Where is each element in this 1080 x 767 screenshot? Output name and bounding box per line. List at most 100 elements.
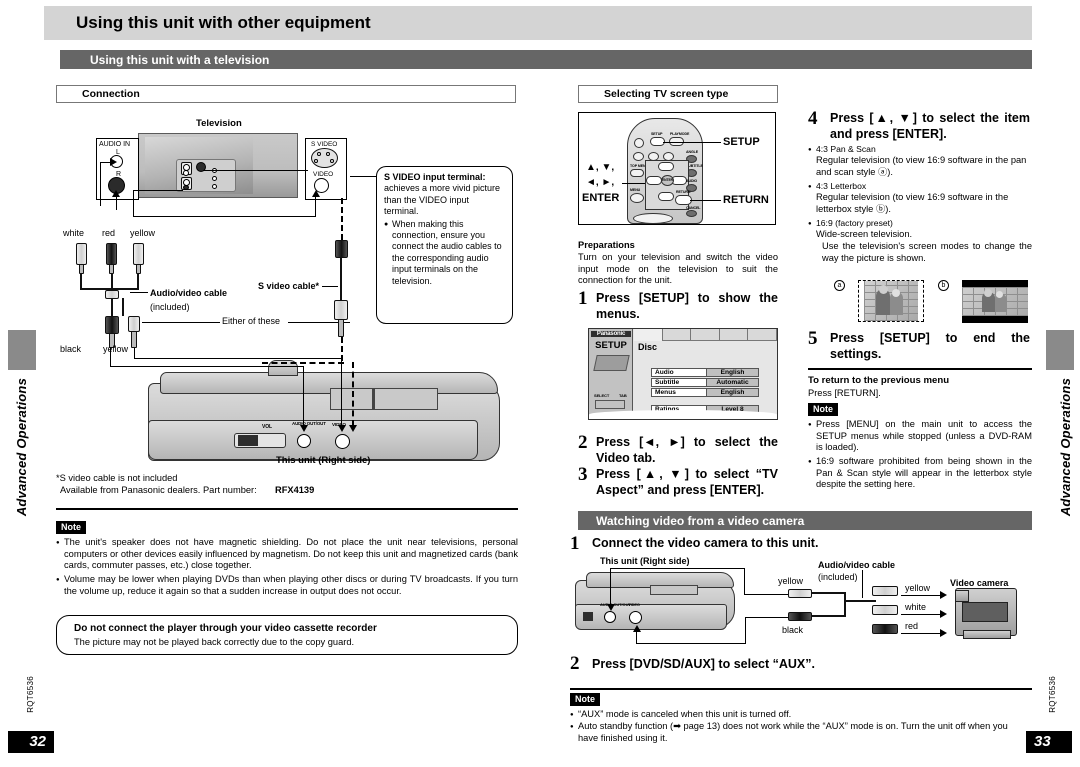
vc-wire-black-h bbox=[745, 617, 788, 619]
right-note-bullet-2: 16:9 software prohibited from being show… bbox=[808, 456, 1032, 491]
remote-cancel-button[interactable] bbox=[686, 210, 697, 217]
unit-front-face bbox=[148, 420, 478, 460]
callout-return: RETURN bbox=[723, 194, 769, 206]
rca-plug-white bbox=[76, 243, 87, 265]
bullet-dot-icon: ● bbox=[384, 220, 389, 228]
s-video-pin-bottom bbox=[338, 319, 344, 337]
option-2-label: 4:3 Letterbox bbox=[808, 181, 1028, 193]
wire-white-up bbox=[100, 162, 102, 206]
rca-pin-white bbox=[79, 264, 84, 274]
menu-tab-other[interactable] bbox=[748, 329, 777, 341]
arrow-yellow-down-a bbox=[134, 348, 136, 358]
menu-tab-video[interactable] bbox=[662, 329, 692, 341]
mini-plug-black bbox=[105, 316, 119, 334]
vc-arrowhead-yellow bbox=[940, 591, 947, 599]
note-bullet-1: The unit's speaker does not have magneti… bbox=[56, 537, 518, 572]
remote-menu-label: MENU bbox=[630, 188, 641, 192]
sample-a-image bbox=[864, 281, 918, 321]
remote-menu-button[interactable] bbox=[630, 193, 644, 203]
callout-bullet-wrap: ● When making this connection, ensure yo… bbox=[384, 219, 505, 287]
video-camera-lcd bbox=[962, 602, 1008, 622]
label-red: red bbox=[102, 228, 116, 238]
vc-arrow-video bbox=[633, 625, 641, 632]
menu-row-subtitle[interactable]: Subtitle Automatic bbox=[651, 378, 759, 387]
side-tab-label-left: Advanced Operations bbox=[14, 378, 29, 517]
page-title: Using this unit with other equipment bbox=[44, 6, 1032, 40]
vc-arrow-line-yellow bbox=[901, 595, 943, 597]
remote-up-button[interactable] bbox=[658, 162, 674, 171]
dash-s-h bbox=[262, 362, 344, 364]
menu-tab-row[interactable] bbox=[634, 329, 777, 341]
audio-in-label: AUDIO IN bbox=[99, 141, 131, 148]
letterbox-bar-bottom bbox=[962, 316, 1028, 323]
vc-rca-label-red: red bbox=[905, 621, 919, 631]
s-cable-dash-upper bbox=[341, 198, 343, 240]
cable-branch-yellow bbox=[122, 298, 125, 316]
doc-code-right: RQT6536 bbox=[1048, 676, 1057, 713]
volume-slider-knob bbox=[238, 435, 258, 446]
manual-page: Advanced Operations RQT6536 32 Advanced … bbox=[0, 0, 1080, 767]
menu-key-audio: Audio bbox=[651, 368, 707, 377]
either-of-these-label: Either of these bbox=[222, 316, 281, 326]
s-video-pin-2 bbox=[326, 152, 330, 156]
side-tab-label-right: Advanced Operations bbox=[1058, 378, 1073, 517]
av-cable-included: (included) bbox=[150, 302, 190, 312]
left-rail: Advanced Operations RQT6536 32 bbox=[0, 0, 54, 767]
page-number-right: 33 bbox=[1026, 731, 1072, 753]
menu-torn-edge bbox=[589, 410, 777, 419]
tv-rca-jack-c2 bbox=[183, 185, 189, 190]
vc-rca-label-white: white bbox=[905, 602, 927, 612]
label-yellow-bottom: yellow bbox=[103, 344, 129, 354]
rail-marker-block bbox=[8, 330, 36, 370]
tv-dot-3 bbox=[212, 184, 217, 189]
menu-tab-audio[interactable] bbox=[691, 329, 720, 341]
rca-pin-red bbox=[109, 264, 114, 274]
menu-tab-display[interactable] bbox=[719, 329, 749, 341]
mini-plug-yellow bbox=[128, 316, 140, 332]
vc-mini-plug-black bbox=[788, 612, 812, 621]
arrow-black-down-a bbox=[110, 348, 112, 366]
vc-unit-front bbox=[575, 604, 727, 630]
vc-rca-white bbox=[872, 605, 898, 615]
sample-b-label: b bbox=[938, 280, 949, 291]
vc-arrow-line-white bbox=[901, 614, 943, 616]
remote-topmenu-button[interactable] bbox=[630, 169, 644, 177]
vc-rca-label-yellow: yellow bbox=[905, 583, 931, 593]
menu-row-menus[interactable]: Menus English bbox=[651, 388, 759, 397]
remote-stop-button[interactable] bbox=[633, 152, 644, 161]
vc-step-1-number: 1 bbox=[570, 533, 580, 554]
step-1-number: 1 bbox=[578, 288, 588, 309]
rca-pin-yellow bbox=[136, 264, 141, 274]
remote-setup-micro-label: SETUP bbox=[651, 132, 663, 136]
wire-video-run bbox=[133, 216, 316, 218]
vc-wire-right-h bbox=[744, 594, 789, 596]
callout-setup: SETUP bbox=[723, 136, 760, 148]
remote-left-button[interactable] bbox=[646, 176, 662, 185]
divider-left-col bbox=[56, 508, 518, 510]
vc-av-cable-included: (included) bbox=[818, 572, 858, 582]
warning-body: The picture may not be played back corre… bbox=[74, 637, 355, 647]
menu-row-audio[interactable]: Audio English bbox=[651, 368, 759, 377]
mini-pin-yellow bbox=[131, 331, 137, 348]
unit-screen-slot bbox=[330, 388, 438, 410]
vc-wire-top bbox=[610, 568, 745, 570]
warning-heading: Do not connect the player through your v… bbox=[74, 623, 377, 634]
menu-disc-icon bbox=[593, 355, 630, 371]
menu-key-menus: Menus bbox=[651, 388, 707, 397]
unit-slot-divider bbox=[372, 388, 375, 410]
s-cable-leader bbox=[322, 286, 338, 288]
vol-label: VOL bbox=[262, 424, 272, 430]
remote-bottom-button[interactable] bbox=[633, 213, 673, 224]
callout-enter: ENTER bbox=[582, 192, 620, 204]
rca-plug-red bbox=[106, 243, 117, 265]
leader-return bbox=[690, 200, 721, 202]
menu-tab-disc[interactable] bbox=[634, 329, 663, 341]
sub-banner-tv-screen-type: Selecting TV screen type bbox=[578, 85, 778, 103]
s-video-cable-label: S video cable* bbox=[258, 281, 320, 291]
note-tag-left: Note bbox=[56, 521, 86, 534]
s-video-pin-1 bbox=[317, 152, 321, 156]
remote-power-button[interactable] bbox=[634, 138, 644, 148]
vc-arrow-line-red bbox=[901, 633, 943, 635]
option-1-label: 4:3 Pan & Scan bbox=[808, 144, 1028, 156]
remote-down-button[interactable] bbox=[658, 192, 674, 201]
